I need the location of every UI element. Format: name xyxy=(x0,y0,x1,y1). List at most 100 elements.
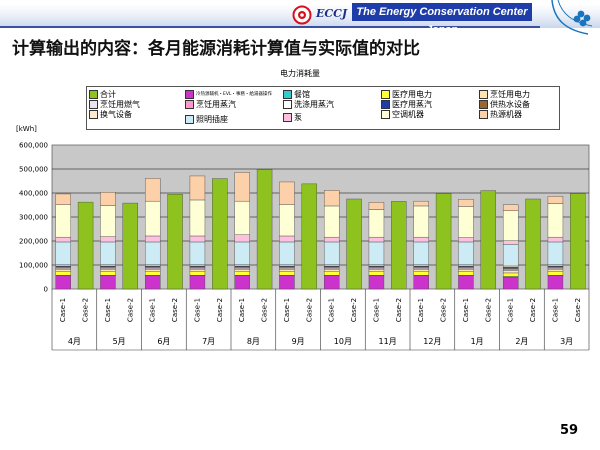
bar-segment xyxy=(458,275,474,290)
bar-segment xyxy=(144,269,161,272)
bar-segment xyxy=(55,204,71,238)
case-label: Case-2 xyxy=(126,298,134,322)
bar-segment xyxy=(502,210,519,241)
bar-segment xyxy=(502,272,519,277)
bar-segment xyxy=(279,204,295,237)
bar-segment xyxy=(547,236,564,243)
case-label: Case-1 xyxy=(283,298,291,322)
bar-segment xyxy=(234,271,250,276)
case-label: Case-1 xyxy=(328,298,336,322)
case-label: Case-1 xyxy=(417,298,425,322)
bar-segment xyxy=(368,241,385,265)
bar-segment xyxy=(144,178,161,202)
bar-segment xyxy=(100,205,116,237)
case-label: Case-2 xyxy=(350,298,358,322)
case-label: Case-1 xyxy=(238,298,246,322)
y-tick-label: 100,000 xyxy=(19,262,48,270)
bar-segment xyxy=(323,241,340,265)
bar-segment xyxy=(413,271,429,276)
bar-segment xyxy=(234,172,250,202)
month-label: 4月 xyxy=(68,337,81,346)
bar-segment xyxy=(100,192,116,206)
y-tick-label: 0 xyxy=(44,286,48,294)
month-label: 9月 xyxy=(292,337,305,346)
case-label: Case-2 xyxy=(529,298,537,322)
case-label: Case-2 xyxy=(395,298,403,322)
bar-segment xyxy=(279,271,295,276)
bar-segment xyxy=(413,269,429,272)
bar-total xyxy=(256,169,273,290)
bar-segment xyxy=(323,271,340,276)
bar-segment xyxy=(234,269,250,272)
bar-segment xyxy=(189,275,206,290)
bar-segment xyxy=(368,271,385,276)
bar-segment xyxy=(279,275,295,290)
bar-segment xyxy=(368,202,385,210)
bar-segment xyxy=(502,244,519,267)
bar-segment xyxy=(55,271,71,276)
bar-segment xyxy=(368,275,385,290)
bar-segment xyxy=(189,175,206,201)
case-label: Case-1 xyxy=(59,298,67,322)
month-label: 8月 xyxy=(247,337,260,346)
bar-total xyxy=(77,201,94,290)
bar-total xyxy=(212,178,228,290)
month-label: 1月 xyxy=(471,337,484,346)
bar-segment xyxy=(323,236,340,243)
bar-segment xyxy=(323,275,340,290)
case-label: Case-2 xyxy=(216,298,224,322)
case-label: Case-2 xyxy=(261,298,269,322)
bar-total xyxy=(167,193,183,290)
case-label: Case-1 xyxy=(149,298,157,322)
bar-segment xyxy=(458,237,474,243)
bar-segment xyxy=(55,241,71,265)
bar-segment xyxy=(144,275,161,290)
bar-segment xyxy=(413,200,429,207)
month-label: 6月 xyxy=(157,337,170,346)
bar-segment xyxy=(458,241,474,265)
bar-segment xyxy=(144,235,161,243)
bar-segment xyxy=(458,206,474,238)
case-label: Case-2 xyxy=(574,298,582,322)
bar-total xyxy=(435,193,452,290)
bar-segment xyxy=(189,199,206,237)
bar-segment xyxy=(189,235,206,243)
bar-segment xyxy=(547,203,564,238)
bar-segment xyxy=(502,240,519,245)
bar-segment xyxy=(189,241,206,265)
bar-segment xyxy=(100,275,116,290)
bar-total xyxy=(391,201,407,290)
case-label: Case-2 xyxy=(171,298,179,322)
month-label: 12月 xyxy=(423,337,441,346)
bar-total xyxy=(346,198,362,290)
bar-total xyxy=(480,190,497,290)
bar-segment xyxy=(368,209,385,238)
bar-segment xyxy=(144,241,161,265)
bar-segment xyxy=(279,235,295,243)
case-label: Case-1 xyxy=(551,298,559,322)
case-label: Case-1 xyxy=(507,298,515,322)
bar-total xyxy=(301,183,318,290)
case-label: Case-2 xyxy=(82,298,90,322)
bar-segment xyxy=(189,269,206,272)
y-tick-label: 600,000 xyxy=(19,142,48,150)
bar-segment xyxy=(55,193,71,205)
bar-segment xyxy=(279,241,295,265)
bar-segment xyxy=(458,271,474,276)
bar-segment xyxy=(234,234,250,243)
bar-segment xyxy=(144,271,161,276)
bar-segment xyxy=(413,205,429,238)
bar-segment xyxy=(55,275,71,290)
bar-segment xyxy=(100,236,116,243)
case-label: Case-2 xyxy=(440,298,448,322)
bar-segment xyxy=(189,271,206,276)
bar-total xyxy=(570,193,586,290)
bar-segment xyxy=(458,199,474,207)
bar-segment xyxy=(547,271,564,276)
bar-segment xyxy=(502,204,519,211)
y-tick-label: 200,000 xyxy=(19,238,48,246)
case-label: Case-1 xyxy=(372,298,380,322)
bar-segment xyxy=(55,269,71,272)
case-label: Case-1 xyxy=(462,298,470,322)
bar-segment xyxy=(144,200,161,237)
